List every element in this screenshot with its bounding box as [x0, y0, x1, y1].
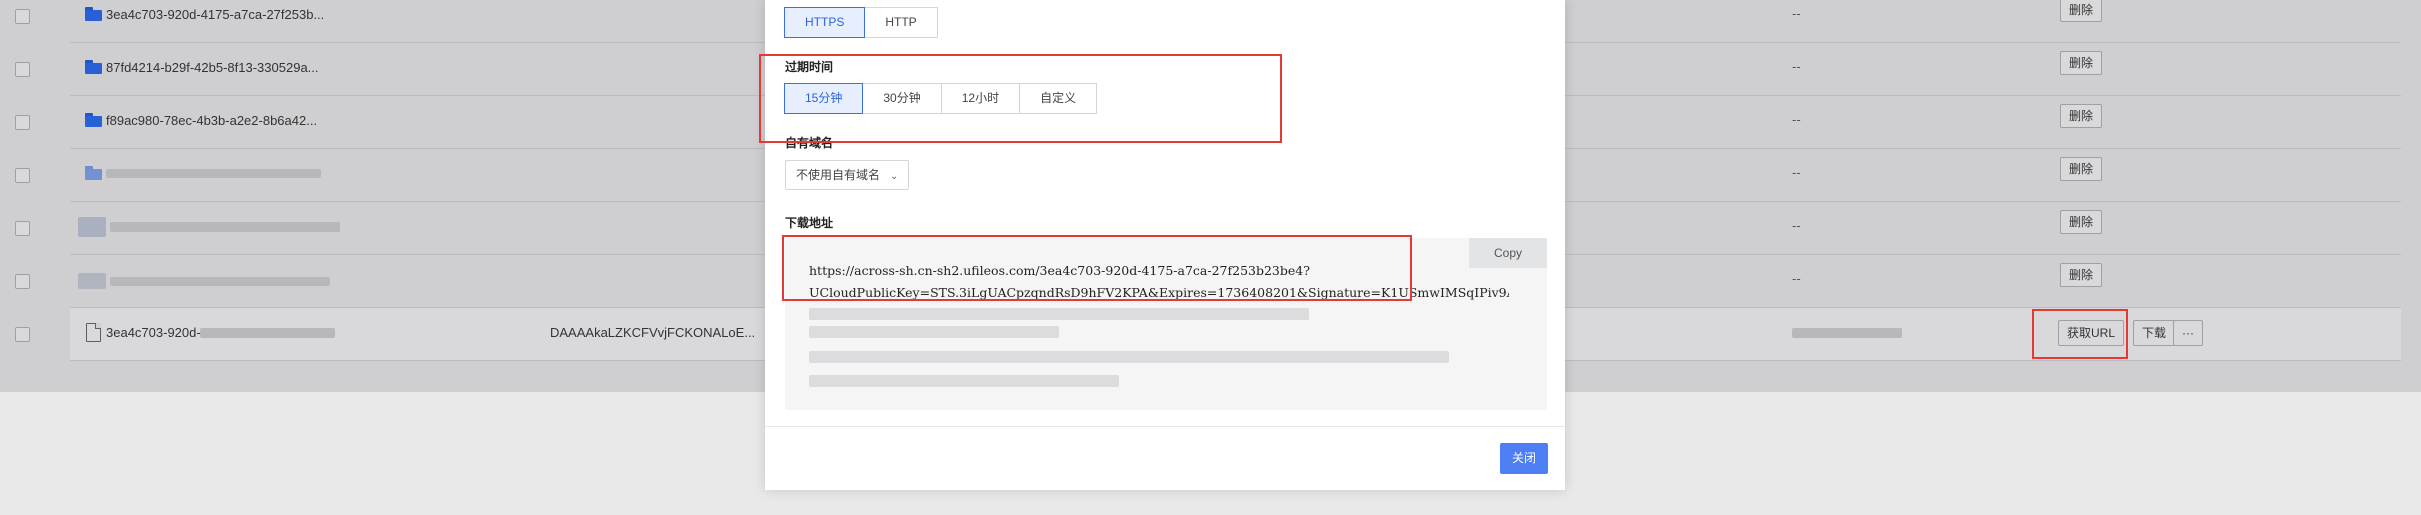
folder-icon — [85, 60, 102, 74]
highlight-url — [782, 235, 1412, 301]
highlight-get-url — [2032, 309, 2128, 359]
delete-button[interactable]: 删除 — [2060, 157, 2103, 181]
download-url-label: 下载地址 — [785, 216, 834, 230]
file-icon — [86, 323, 101, 342]
row-checkbox[interactable] — [15, 221, 30, 236]
chevron-down-icon: ⌄ — [890, 171, 899, 182]
blurred-icon — [78, 273, 106, 289]
footer-divider — [765, 426, 1565, 427]
blurred-url-line — [809, 326, 1059, 338]
folder-icon — [85, 113, 102, 127]
delete-button[interactable]: 删除 — [2060, 210, 2103, 234]
blurred-file-name — [110, 277, 330, 286]
row-checkbox[interactable] — [15, 274, 30, 289]
row-checkbox[interactable] — [15, 9, 30, 24]
row-status: -- — [1792, 271, 1801, 286]
file-name[interactable]: 87fd4214-b29f-42b5-8f13-330529a... — [106, 60, 319, 75]
protocol-selector: HTTPS HTTP — [784, 7, 938, 38]
row-checkbox[interactable] — [15, 327, 30, 342]
file-key: DAAAAkaLZKCFVvjFCKONALoE... — [550, 325, 756, 340]
row-status: -- — [1792, 6, 1801, 21]
download-button[interactable]: 下载 — [2133, 320, 2176, 346]
get-url-modal: HTTPS HTTP 过期时间 15分钟 30分钟 12小时 自定义 自有域名 … — [759, 0, 1565, 490]
blurred-url-line — [809, 351, 1449, 363]
file-name[interactable]: f89ac980-78ec-4b3b-a2e2-8b6a42... — [106, 113, 317, 128]
row-status: -- — [1792, 112, 1801, 127]
expiry-option-15min[interactable]: 15分钟 — [784, 83, 864, 114]
delete-button[interactable]: 删除 — [2060, 0, 2103, 22]
delete-button[interactable]: 删除 — [2060, 104, 2103, 128]
row-status: -- — [1792, 59, 1801, 74]
row-checkbox[interactable] — [15, 62, 30, 77]
blurred-file-name-suffix — [200, 328, 335, 338]
blurred-icon — [78, 217, 106, 237]
row-status: -- — [1792, 218, 1801, 233]
file-name[interactable]: 3ea4c703-920d-4175-a7ca-27f253b... — [106, 7, 324, 22]
blurred-file-name — [106, 169, 321, 178]
row-status: -- — [1792, 165, 1801, 180]
blurred-file-name — [110, 222, 340, 232]
delete-button[interactable]: 删除 — [2060, 263, 2103, 287]
close-button[interactable]: 关闭 — [1500, 443, 1548, 474]
row-checkbox[interactable] — [15, 115, 30, 130]
blurred-url-line — [809, 308, 1309, 320]
file-name[interactable]: 3ea4c703-920d- — [106, 325, 201, 340]
folder-icon — [85, 7, 102, 21]
protocol-option-https[interactable]: HTTPS — [784, 7, 866, 38]
blurred-file-meta — [1792, 328, 1902, 338]
more-button[interactable]: ··· — [2173, 320, 2203, 346]
custom-domain-select[interactable]: 不使用自有域名 ⌄ — [785, 160, 910, 190]
delete-button[interactable]: 删除 — [2060, 51, 2103, 75]
row-checkbox[interactable] — [15, 168, 30, 183]
blurred-url-line — [809, 375, 1119, 387]
custom-domain-value: 不使用自有域名 — [796, 168, 881, 182]
protocol-option-http[interactable]: HTTP — [864, 7, 938, 38]
folder-icon — [85, 166, 102, 180]
